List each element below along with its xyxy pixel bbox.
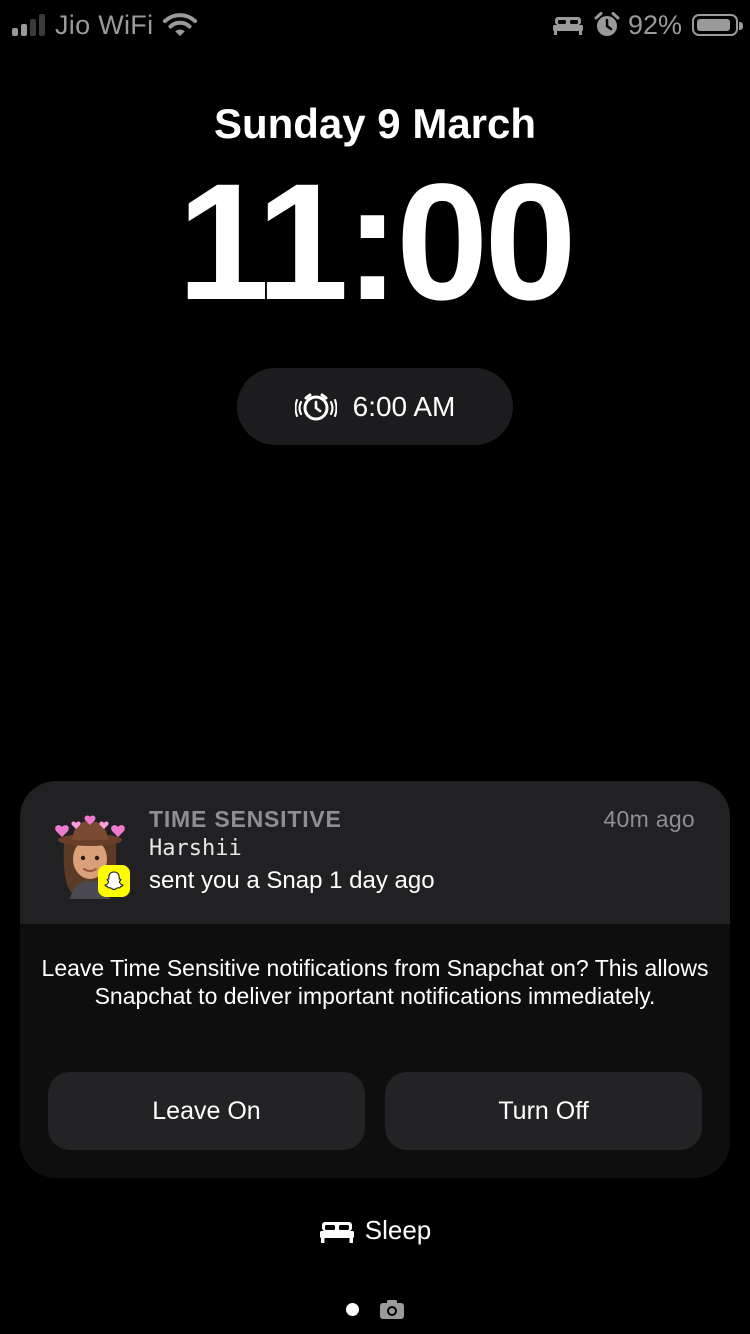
- notification-category: TIME SENSITIVE: [149, 806, 342, 832]
- time-sensitive-prompt: Leave Time Sensitive notifications from …: [41, 955, 709, 1009]
- alarm-time: 6:00 AM: [352, 390, 456, 422]
- alarm-clock-ringing-icon: [294, 393, 337, 420]
- notification-message: sent you a Snap 1 day ago: [149, 867, 435, 894]
- status-bar-left: Jio WiFi: [12, 8, 198, 42]
- lock-screen-clock: 11:00: [177, 150, 576, 335]
- page-indicator: [0, 1298, 750, 1320]
- page-dot: [345, 1302, 359, 1316]
- bed-icon: [552, 17, 583, 35]
- notification-header[interactable]: TIME SENSITIVE 40m ago Harshii sent you …: [20, 781, 730, 924]
- notification-card[interactable]: TIME SENSITIVE 40m ago Harshii sent you …: [20, 781, 730, 1178]
- sleep-label: Sleep: [364, 1215, 432, 1245]
- alarm-widget[interactable]: 6:00 AM: [237, 368, 513, 445]
- battery-icon: [692, 14, 743, 36]
- leave-on-button[interactable]: Leave On: [48, 1072, 365, 1150]
- notification-sender: Harshii: [149, 836, 242, 861]
- status-bar: Jio WiFi 92%: [0, 0, 750, 50]
- alarm-clock-icon: [594, 12, 620, 36]
- snapchat-ghost-icon: [104, 871, 124, 891]
- status-bar-right: 92%: [552, 8, 743, 42]
- turn-off-button[interactable]: Turn Off: [385, 1072, 702, 1150]
- battery-level-fill: [697, 19, 730, 31]
- sleep-indicator[interactable]: Sleep: [0, 1215, 750, 1246]
- snapchat-app-badge: [98, 865, 130, 897]
- camera-icon[interactable]: [379, 1298, 405, 1320]
- carrier-name: Jio WiFi: [55, 9, 154, 40]
- signal-icon: [12, 14, 45, 36]
- battery-cap: [739, 22, 743, 30]
- battery-percentage: 92%: [627, 9, 682, 40]
- lock-screen-date: Sunday 9 March: [213, 100, 537, 147]
- wifi-icon: [163, 13, 198, 36]
- notification-timestamp: 40m ago: [603, 806, 695, 832]
- bed-icon: [319, 1221, 354, 1243]
